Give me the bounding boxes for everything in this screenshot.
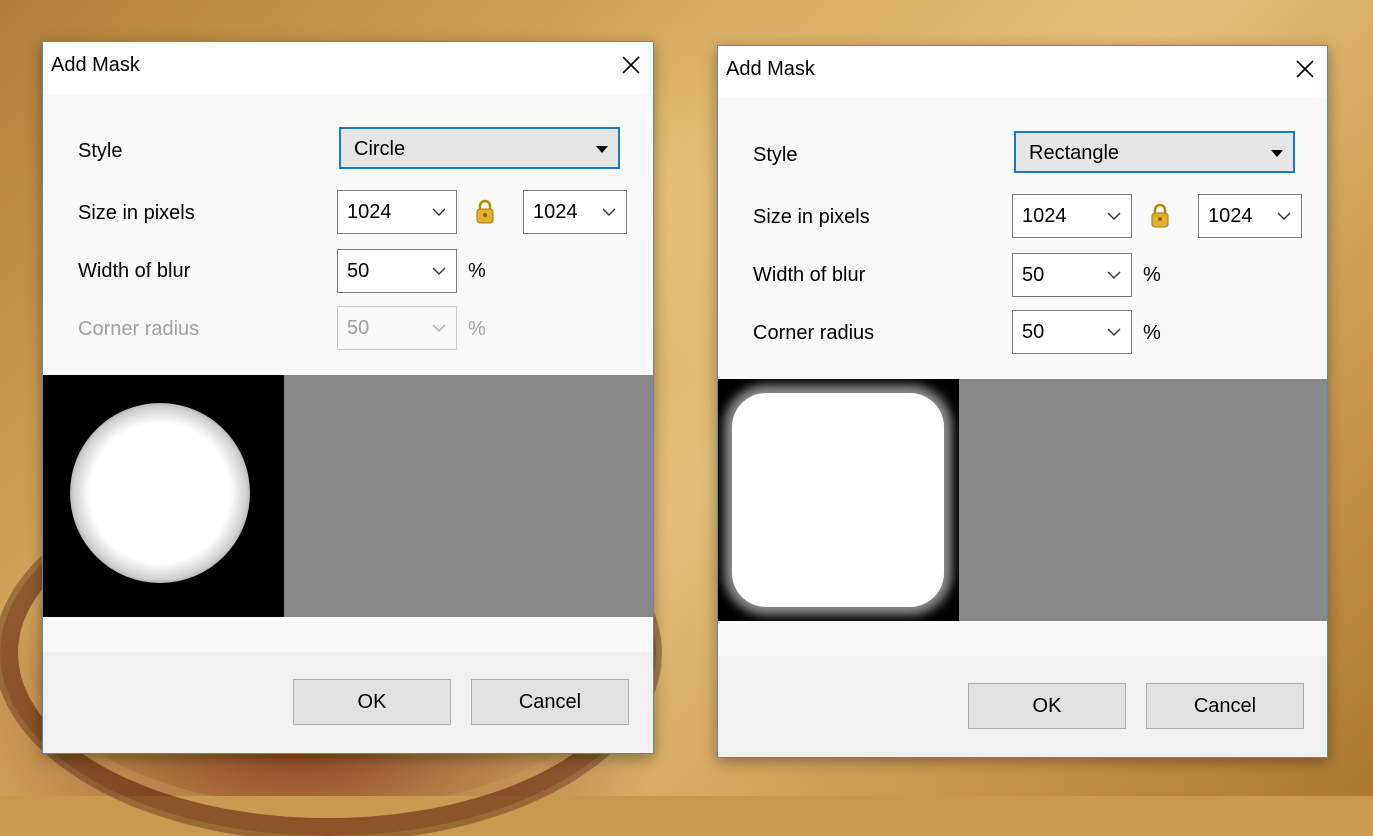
- close-icon: [1296, 60, 1314, 78]
- cancel-button[interactable]: Cancel: [1146, 683, 1304, 729]
- style-label: Style: [78, 140, 123, 162]
- width-combo[interactable]: 1024: [1012, 194, 1132, 238]
- style-dropdown[interactable]: Circle: [339, 127, 620, 169]
- add-mask-dialog-circle: Add Mask Style Circle Size in pixels 102…: [42, 41, 654, 754]
- corner-value: 50: [347, 317, 370, 339]
- chevron-down-icon: [1107, 212, 1121, 220]
- size-label: Size in pixels: [753, 206, 870, 228]
- width-value: 1024: [1022, 205, 1067, 227]
- chevron-down-icon: [432, 267, 446, 275]
- height-value: 1024: [533, 201, 578, 223]
- height-value: 1024: [1208, 205, 1253, 227]
- blur-unit: %: [468, 260, 486, 282]
- width-value: 1024: [347, 201, 392, 223]
- dialog-title: Add Mask: [51, 54, 140, 76]
- close-button[interactable]: [1281, 46, 1327, 92]
- corner-label: Corner radius: [78, 318, 200, 340]
- mask-preview-image: [718, 379, 959, 621]
- chevron-down-icon: [1107, 271, 1121, 279]
- add-mask-dialog-rectangle: Add Mask Style Rectangle Size in pixels …: [717, 45, 1328, 758]
- spacer: [43, 617, 653, 652]
- dropdown-arrow-icon: [596, 146, 608, 153]
- height-combo[interactable]: 1024: [523, 190, 627, 234]
- rounded-rectangle-mask-shape: [732, 393, 944, 607]
- corner-value: 50: [1022, 321, 1045, 343]
- settings-panel: Style Circle Size in pixels 1024 1024 Wi…: [43, 94, 653, 375]
- style-value: Circle: [354, 138, 406, 160]
- blur-value: 50: [347, 260, 370, 282]
- button-bar: OK Cancel: [718, 656, 1327, 757]
- title-bar: Add Mask: [43, 42, 653, 94]
- corner-label: Corner radius: [753, 322, 875, 344]
- dropdown-arrow-icon: [1271, 150, 1283, 157]
- settings-panel: Style Rectangle Size in pixels 1024 1024…: [718, 98, 1327, 379]
- blur-value: 50: [1022, 264, 1045, 286]
- ok-button[interactable]: OK: [968, 683, 1126, 729]
- width-combo[interactable]: 1024: [337, 190, 457, 234]
- close-icon: [622, 56, 640, 74]
- chevron-down-icon: [432, 324, 446, 332]
- style-value: Rectangle: [1029, 142, 1120, 164]
- mask-preview-image: [43, 375, 284, 617]
- button-bar: OK Cancel: [43, 652, 653, 753]
- chevron-down-icon: [602, 208, 616, 216]
- chevron-down-icon: [1107, 328, 1121, 336]
- mask-preview: [43, 375, 653, 617]
- spacer: [718, 621, 1327, 656]
- blur-combo[interactable]: 50: [337, 249, 457, 293]
- blur-unit: %: [1143, 264, 1161, 286]
- circle-mask-shape: [70, 403, 250, 583]
- title-bar: Add Mask: [718, 46, 1327, 98]
- lock-icon[interactable]: [476, 198, 494, 224]
- mask-preview: [718, 379, 1327, 621]
- size-label: Size in pixels: [78, 202, 195, 224]
- height-combo[interactable]: 1024: [1198, 194, 1302, 238]
- corner-unit: %: [1143, 322, 1161, 344]
- style-label: Style: [753, 144, 798, 166]
- style-dropdown[interactable]: Rectangle: [1014, 131, 1295, 173]
- corner-combo[interactable]: 50: [1012, 310, 1132, 354]
- cancel-button[interactable]: Cancel: [471, 679, 629, 725]
- chevron-down-icon: [432, 208, 446, 216]
- corner-combo: 50: [337, 306, 457, 350]
- chevron-down-icon: [1277, 212, 1291, 220]
- lock-icon[interactable]: [1151, 202, 1169, 228]
- blur-label: Width of blur: [78, 260, 191, 282]
- blur-combo[interactable]: 50: [1012, 253, 1132, 297]
- close-button[interactable]: [607, 42, 653, 88]
- blur-label: Width of blur: [753, 264, 866, 286]
- ok-button[interactable]: OK: [293, 679, 451, 725]
- corner-unit: %: [468, 318, 486, 340]
- dialog-title: Add Mask: [726, 58, 815, 80]
